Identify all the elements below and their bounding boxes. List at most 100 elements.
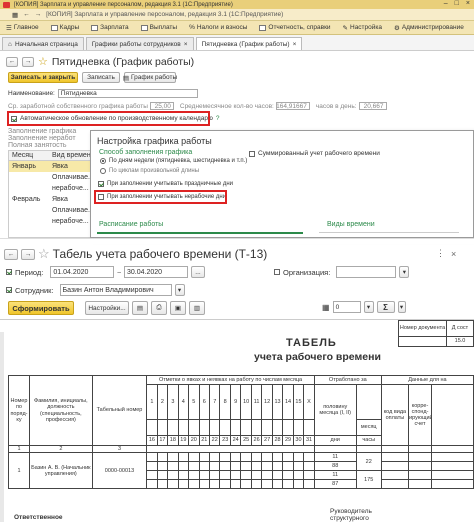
generate-button[interactable]: Сформировать — [8, 301, 74, 315]
doc-subheader: учета рабочего времени — [254, 351, 381, 363]
menu-payments[interactable]: Выплаты — [135, 24, 183, 31]
settings-button[interactable]: Настройки... — [85, 301, 129, 315]
day-number-cell: 6 — [198, 384, 211, 420]
report-toolbar: Сформировать Настройки... ▤ ⎙ ▣ ▥ — [8, 301, 205, 315]
forward-arrow-icon[interactable]: → — [35, 11, 42, 18]
variants-button[interactable]: ▤ — [132, 301, 148, 315]
day-number-cell: 26 — [250, 435, 263, 446]
list-icon: ▤ — [136, 305, 144, 312]
org-input[interactable] — [336, 266, 397, 278]
top-line-text: [КОПИЯ] Зарплата и управление персоналом… — [46, 11, 284, 18]
holidays-row: При заполнении учитывать праздничные дни — [98, 181, 233, 187]
tab-schedules[interactable]: Графики работы сотрудников × — [85, 37, 194, 50]
home-icon: ⌂ — [8, 40, 12, 48]
extra-cell — [431, 461, 474, 472]
col-hours-header: часы — [355, 435, 382, 446]
table-row[interactable]: Оплачивае... — [9, 172, 95, 183]
day-mark-cell — [229, 470, 242, 481]
back-button[interactable]: ← — [6, 56, 18, 67]
menu-reports[interactable]: Отчетность, справки — [253, 24, 336, 31]
period-checkbox[interactable] — [6, 269, 12, 275]
form-nav: ← → ☆ Пятидневка (График работы) — [6, 55, 194, 68]
day-mark-cell — [250, 461, 263, 472]
table-row[interactable]: Февраль Явка — [9, 194, 95, 205]
day-number-cell: 1 — [146, 384, 158, 420]
menu-salary[interactable]: Зарплата — [85, 24, 134, 31]
employee-input[interactable]: Базин Антон Владимирович — [59, 284, 172, 296]
sum-button[interactable]: Σ — [376, 301, 395, 313]
org-dropdown-button[interactable]: ▾ — [399, 266, 410, 278]
time-types-label[interactable]: Виды времени — [327, 221, 375, 228]
day-mark-cell — [219, 470, 231, 481]
chart-button[interactable]: ▥ — [189, 301, 205, 315]
table-row[interactable]: Январь Явка — [9, 161, 95, 172]
save-file-button[interactable]: ▣ — [170, 301, 186, 315]
close-tab-icon[interactable]: × — [184, 41, 188, 48]
period-to-input[interactable]: 30.04.2020 — [124, 266, 189, 278]
table-row[interactable]: Оплачивае... — [9, 205, 95, 216]
sum-input[interactable]: 0 — [332, 301, 361, 313]
period-from-input[interactable]: 01.04.2020 — [50, 266, 115, 278]
print-button[interactable]: ⎙ — [151, 301, 167, 315]
day-number-cell: 12 — [261, 384, 273, 420]
tab-home[interactable]: ⌂ Начальная страница — [2, 37, 84, 50]
minimize-icon[interactable]: – — [444, 0, 448, 7]
table-row[interactable]: нерабоче... — [9, 183, 95, 194]
sum-menu-button[interactable]: ▾ — [397, 301, 406, 313]
corr-cell — [408, 461, 433, 472]
save-and-close-button[interactable]: Записать и закрыть — [8, 72, 78, 83]
day-mark-cell — [208, 470, 221, 481]
radio-weekdays-row: По дням недели (пятидневка, шестидневка … — [100, 158, 247, 164]
holidays-checkbox[interactable] — [98, 181, 104, 187]
name-input[interactable]: Пятидневка — [57, 89, 198, 98]
save-button[interactable]: Записать — [82, 72, 120, 83]
close-icon[interactable]: × — [466, 0, 470, 7]
back-button[interactable]: ← — [4, 248, 18, 260]
more-icon[interactable]: ⋮ — [436, 248, 445, 259]
maximize-icon[interactable]: □ — [455, 0, 459, 7]
menu-admin[interactable]: ⚙ Администрирование — [388, 24, 470, 32]
timesheet-table: Номер по поряд-ку Фамилия, инициалы, дол… — [8, 375, 474, 490]
app-logo-icon — [3, 1, 10, 8]
org-checkbox[interactable] — [274, 269, 280, 275]
menu-settings[interactable]: ✎ Настройка — [337, 24, 388, 32]
print-icon: ⎙ — [156, 304, 162, 311]
hours-per-week[interactable]: 25,00 — [149, 102, 174, 110]
paycode-cell — [380, 479, 410, 490]
cycles-radio[interactable] — [100, 168, 106, 174]
paydata-extra-cell — [431, 384, 474, 446]
schedule-button[interactable]: ▤ График работы — [123, 72, 177, 83]
name-row: Наименование: Пятидневка — [8, 89, 198, 98]
grid-icon[interactable]: ▦ — [12, 11, 18, 19]
menu-main[interactable]: ☰ Главное — [0, 24, 45, 32]
employee-dropdown-button[interactable]: ▾ — [174, 284, 185, 296]
weekdays-radio[interactable] — [100, 158, 106, 164]
day-number-cell: 18 — [167, 435, 179, 446]
favorite-star-icon[interactable]: ☆ — [38, 55, 48, 68]
back-arrow-icon[interactable]: ← — [23, 11, 30, 18]
period-choose-button[interactable]: ... — [191, 266, 206, 278]
menu-hr[interactable]: Кадры — [45, 24, 85, 31]
menu-taxes[interactable]: % Налоги и взносы — [183, 24, 253, 31]
hours-label: Ср. заработной собственного графика рабо… — [8, 102, 148, 110]
day-mark-cell — [282, 461, 294, 472]
forward-button[interactable]: → — [21, 248, 35, 260]
tab-five-day[interactable]: Пятидневка (График работы) × — [195, 37, 303, 50]
summary-checkbox[interactable] — [249, 150, 255, 157]
calc-icon[interactable]: ▦ — [322, 303, 330, 312]
close-tab-icon[interactable]: × — [293, 41, 297, 48]
day-mark-cell — [167, 470, 179, 481]
schedule-label[interactable]: Расписание работы — [99, 221, 163, 228]
sum-dropdown-button[interactable]: ▾ — [363, 301, 374, 313]
employee-checkbox[interactable] — [6, 287, 12, 293]
favorite-star-icon[interactable]: ☆ — [38, 246, 50, 262]
spreadsheet-area: ТАБЕЛЬ учета рабочего времени Номер доку… — [0, 319, 474, 528]
fill-method-label: Способ заполнения графика — [99, 149, 193, 156]
help-icon[interactable]: ? — [216, 115, 220, 122]
day-blank-cell — [292, 419, 305, 436]
close-icon[interactable]: × — [451, 249, 456, 259]
day-blank-cell — [167, 419, 179, 436]
table-row[interactable]: нерабоче... — [9, 216, 95, 227]
day-mark-cell — [177, 452, 190, 463]
forward-button[interactable]: → — [22, 56, 34, 67]
